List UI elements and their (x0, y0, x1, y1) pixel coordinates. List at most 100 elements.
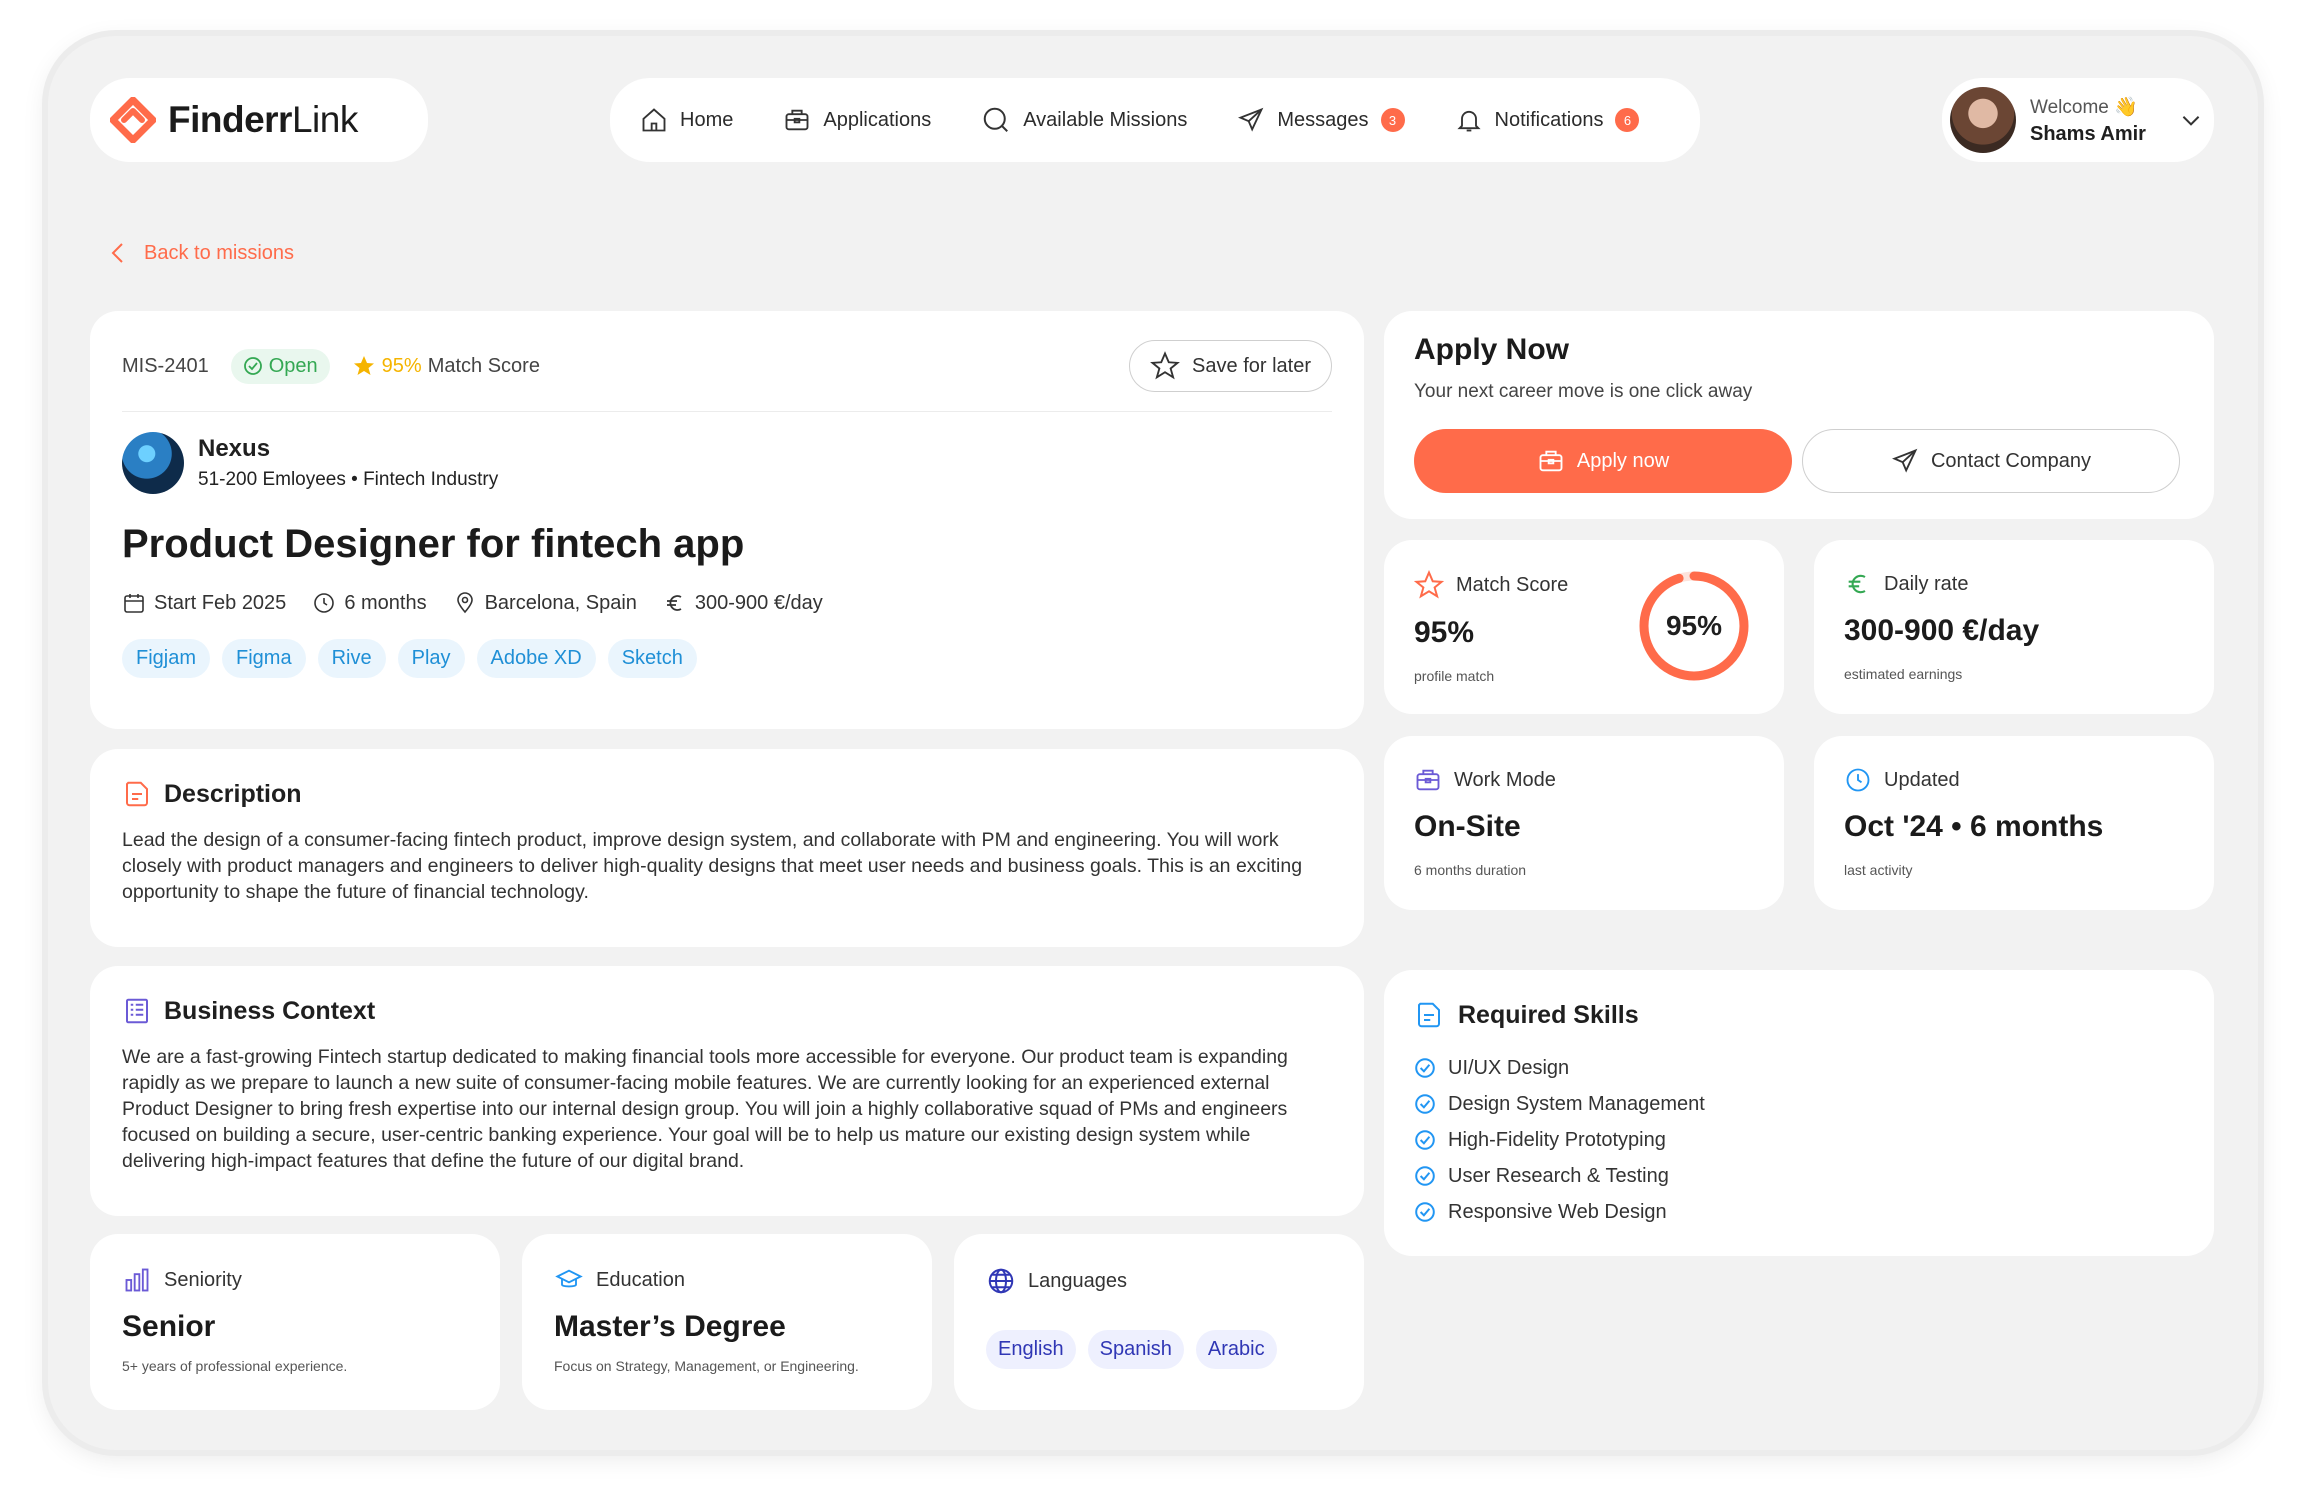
globe-icon (988, 1268, 1014, 1294)
back-to-missions-link[interactable]: Back to missions (108, 241, 294, 265)
building-list-icon (126, 998, 148, 1024)
nav-item-available-missions[interactable]: Available Missions (981, 105, 1187, 135)
business-text: We are a fast-growing Fintech startup de… (122, 1046, 1288, 1172)
match-score-ring-label: 95% (1665, 610, 1723, 641)
match-percent: 95% (381, 354, 422, 377)
list-item: UI/UX Design (1414, 1050, 2184, 1086)
status-text: Open (268, 354, 318, 377)
graduation-cap-icon (555, 1269, 583, 1288)
apply-card: Apply Now Your next career move is one c… (1384, 311, 2214, 519)
check-circle-icon (243, 357, 262, 375)
bar-chart-icon (125, 1268, 149, 1292)
apply-title: Apply Now (1414, 333, 1569, 366)
company-info[interactable]: Nexus 51-200 Emloyees • Fintech Industry (122, 432, 1332, 494)
work-mode-heading: Work Mode (1414, 766, 1754, 794)
nav-item-messages[interactable]: Messages 3 (1237, 106, 1405, 134)
check-circle-icon (1415, 1094, 1435, 1114)
updated-card: Updated Oct '24 • 6 months last activity (1814, 736, 2214, 910)
check-circle-icon (1415, 1202, 1435, 1222)
location: Barcelona, Spain (453, 591, 637, 615)
updated-heading: Updated (1844, 766, 2184, 794)
status-badge: Open (230, 348, 330, 384)
company-name: Nexus (198, 435, 271, 462)
description-text: Lead the design of a consumer-facing fin… (122, 829, 1303, 903)
duration-text: 6 months (344, 591, 427, 614)
skill-text: User Research & Testing (1448, 1164, 1669, 1187)
required-skills-card: Required Skills UI/UX Design Design Syst… (1384, 970, 2214, 1256)
check-circle-icon (1415, 1058, 1435, 1078)
nav-label: Available Missions (1023, 108, 1188, 131)
seniority-heading: Seniority (122, 1266, 468, 1294)
notifications-count-badge: 6 (1615, 108, 1640, 132)
skill-text: UI/UX Design (1448, 1056, 1570, 1079)
updated-sub: last activity (1844, 862, 1913, 878)
tool-tag[interactable]: Play (397, 639, 465, 678)
messages-count-badge: 3 (1380, 108, 1405, 132)
bell-icon (1456, 110, 1481, 132)
work-mode-sub: 6 months duration (1414, 862, 1527, 878)
work-mode-card: Work Mode On-Site 6 months duration (1384, 736, 1784, 910)
tool-tag[interactable]: Rive (317, 639, 386, 678)
apply-now-button[interactable]: Apply now (1414, 429, 1792, 493)
clock-icon (1846, 768, 1870, 792)
document-icon (1418, 1002, 1440, 1028)
mission-header-card: MIS-2401 Open 95% Match Score Save for l… (90, 311, 1364, 729)
tool-tag[interactable]: Adobe XD (476, 639, 596, 678)
tool-tags: Figjam Figma Rive Play Adobe XD Sketch (122, 639, 1332, 678)
seniority-value: Senior (122, 1310, 216, 1343)
start-text: Start Feb 2025 (154, 591, 287, 614)
heading-text: Required Skills (1458, 1000, 1639, 1029)
home-icon (642, 108, 666, 132)
brand-name: FinderrLink (168, 99, 358, 140)
list-item: User Research & Testing (1414, 1158, 2184, 1194)
send-icon (1238, 107, 1264, 132)
chevron-down-icon[interactable] (2178, 107, 2204, 133)
skill-text: High-Fidelity Prototyping (1448, 1128, 1666, 1151)
save-for-later-button[interactable]: Save for later (1129, 340, 1332, 392)
education-sub: Focus on Strategy, Management, or Engine… (554, 1358, 859, 1374)
company-logo (122, 432, 184, 494)
label-text: Work Mode (1454, 768, 1556, 791)
nav-item-applications[interactable]: Applications (783, 106, 931, 134)
education-heading: Education (554, 1266, 900, 1294)
language-tag: Spanish (1087, 1330, 1184, 1369)
calendar-icon (124, 594, 144, 613)
tool-tag[interactable]: Figjam (122, 639, 211, 678)
list-item: High-Fidelity Prototyping (1414, 1122, 2184, 1158)
mission-meta: Start Feb 2025 6 months Barcelona, Spain… (122, 591, 1332, 615)
briefcase-icon (785, 109, 809, 131)
tool-tag[interactable]: Sketch (607, 639, 697, 678)
main-nav: Home Applications Available Missions Mes… (610, 78, 1700, 162)
briefcase-icon (1416, 769, 1440, 791)
briefcase-icon (1539, 450, 1563, 472)
label-text: Updated (1884, 768, 1960, 791)
back-label: Back to missions (144, 241, 295, 264)
apply-label: Apply now (1576, 449, 1670, 472)
nav-label: Messages (1277, 108, 1369, 131)
finderrlink-logo-icon (110, 97, 156, 143)
description-heading: Description (122, 779, 1332, 809)
star-outline-icon (1150, 351, 1180, 380)
clock-icon (314, 593, 335, 613)
match-label: Match Score (427, 354, 540, 377)
company-meta: 51-200 Emloyees • Fintech Industry (198, 469, 499, 490)
user-menu[interactable]: Welcome 👋 Shams Amir (1942, 78, 2214, 162)
nav-label: Notifications (1494, 108, 1604, 131)
brand-logo[interactable]: FinderrLink (90, 78, 428, 162)
app-frame: FinderrLink Home Applications Available … (48, 36, 2258, 1450)
label-text: Daily rate (1884, 572, 1969, 595)
nav-item-notifications[interactable]: Notifications 6 (1455, 106, 1640, 134)
search-icon (983, 107, 1009, 132)
nav-item-home[interactable]: Home (640, 106, 733, 134)
heading-text: Business Context (164, 996, 376, 1025)
check-circle-icon (1415, 1130, 1435, 1150)
seniority-card: Seniority Senior 5+ years of professiona… (90, 1234, 500, 1410)
contact-company-button[interactable]: Contact Company (1802, 429, 2180, 493)
education-card: Education Master’s Degree Focus on Strat… (522, 1234, 932, 1410)
skill-text: Responsive Web Design (1448, 1200, 1667, 1223)
tool-tag[interactable]: Figma (222, 639, 306, 678)
updated-value: Oct '24 • 6 months (1844, 810, 2104, 843)
description-card: Description Lead the design of a consume… (90, 749, 1364, 947)
daily-rate-sub: estimated earnings (1844, 666, 1963, 682)
seniority-sub: 5+ years of professional experience. (122, 1358, 348, 1374)
